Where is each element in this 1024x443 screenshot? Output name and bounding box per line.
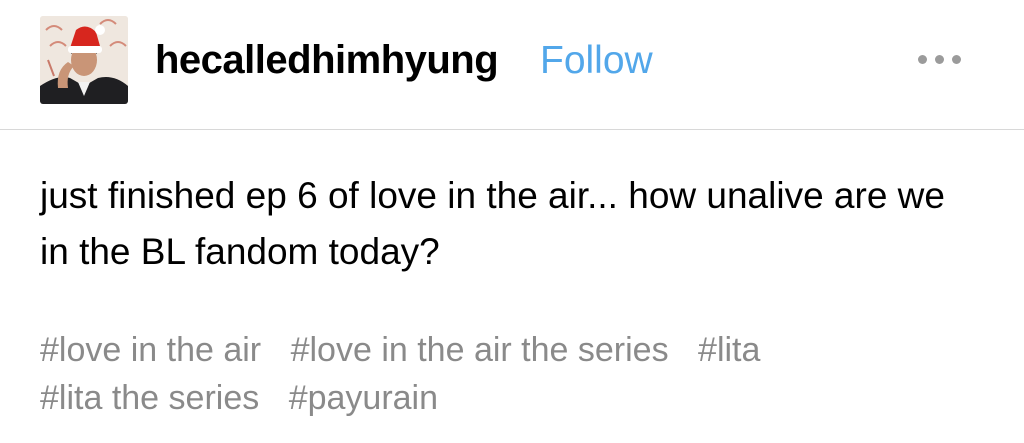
more-dot [952,55,961,64]
tag-link[interactable]: #love in the air the series [291,326,669,374]
more-dot [918,55,927,64]
tag-link[interactable]: #lita [698,326,760,374]
tag-link[interactable]: #lita the series [40,374,259,422]
post-tags: #love in the air #love in the air the se… [40,326,1000,422]
more-options-icon[interactable] [910,48,970,72]
avatar-image [40,16,128,104]
tag-link[interactable]: #love in the air [40,326,261,374]
avatar[interactable] [40,16,128,104]
more-dot [935,55,944,64]
tag-link[interactable]: #payurain [289,374,438,422]
post-header: hecalledhimhyung Follow [0,0,1024,130]
post-text: just finished ep 6 of love in the air...… [40,175,945,272]
username-link[interactable]: hecalledhimhyung [155,36,499,84]
follow-button[interactable]: Follow [540,37,653,85]
